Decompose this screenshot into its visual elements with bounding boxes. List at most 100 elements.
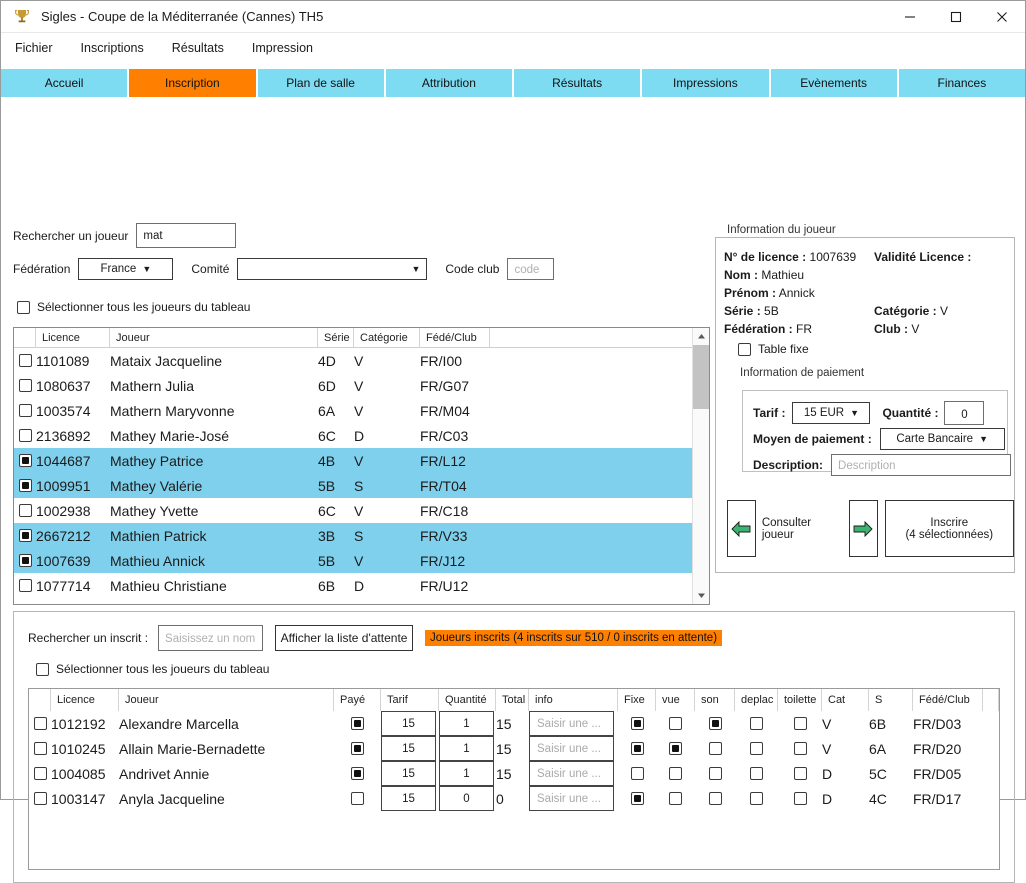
consulter-back-button[interactable] [727, 500, 756, 557]
menu-item-inscriptions[interactable]: Inscriptions [81, 37, 160, 59]
vue-checkbox[interactable] [669, 792, 682, 805]
row-select-checkbox[interactable] [33, 792, 47, 805]
scroll-up-icon[interactable] [693, 328, 709, 345]
tarif-field[interactable]: 15 [381, 736, 436, 761]
reg-col-son[interactable]: son [695, 689, 735, 711]
tarif-field[interactable]: 15 [381, 761, 436, 786]
moyen-select[interactable]: Carte Bancaire ▼ [879, 428, 1005, 450]
tarif-select[interactable]: 15 EUR ▼ [792, 402, 871, 424]
reg-col-cat[interactable]: Cat [822, 689, 869, 711]
row-checkbox-cell[interactable] [29, 742, 51, 755]
row-checkbox-cell[interactable] [14, 354, 36, 367]
row-checkbox-cell[interactable] [14, 479, 36, 492]
table-row[interactable]: 1004085 Andrivet Annie 15 1 15 Saisir une ...… [29, 761, 999, 786]
table-row[interactable]: 1003574 Mathern Maryvonne 6A V FR/M04 [14, 398, 709, 423]
reg-col-info[interactable]: info [529, 689, 618, 711]
cell-tarif[interactable]: 15 [381, 761, 439, 786]
row-checkbox-cell[interactable] [14, 579, 36, 592]
row-select-checkbox[interactable] [18, 529, 32, 542]
table-row[interactable]: 1101089 Mataix Jacqueline 4D V FR/I00 [14, 348, 709, 373]
row-select-checkbox[interactable] [18, 354, 32, 367]
reg-col-toilette[interactable]: toilette [778, 689, 822, 711]
vue-checkbox[interactable] [669, 742, 682, 755]
son-checkbox[interactable] [708, 717, 722, 730]
cell-toilette[interactable] [778, 767, 822, 780]
table-row[interactable]: 1010245 Allain Marie-Bernadette 15 1 15 Saisi… [29, 736, 999, 761]
tab-evenements[interactable]: Evènements [770, 69, 899, 97]
cell-tarif[interactable]: 15 [381, 736, 439, 761]
player-col-licence[interactable]: Licence [36, 328, 110, 347]
cell-deplac[interactable] [735, 792, 778, 805]
reg-col-paye[interactable]: Payé [334, 689, 381, 711]
row-select-checkbox[interactable] [33, 767, 47, 780]
info-field[interactable]: Saisir une ... [529, 761, 614, 786]
reg-col-deplac[interactable]: deplac [735, 689, 778, 711]
son-checkbox[interactable] [708, 742, 722, 755]
reg-col-s[interactable]: S [869, 689, 913, 711]
scrollbar-thumb[interactable] [693, 345, 709, 409]
row-checkbox-cell[interactable] [14, 404, 36, 417]
deplac-checkbox[interactable] [750, 767, 763, 780]
federation-select[interactable]: France ▼ [78, 258, 174, 280]
registered-search-input[interactable]: Saisissez un nom [158, 625, 264, 651]
select-all-players-row[interactable]: Sélectionner tous les joueurs du tableau [17, 300, 250, 314]
paye-checkbox[interactable] [351, 792, 364, 805]
row-select-checkbox[interactable] [33, 717, 47, 730]
paye-checkbox[interactable] [351, 742, 364, 755]
cell-info[interactable]: Saisir une ... [529, 786, 618, 811]
cell-toilette[interactable] [778, 717, 822, 730]
quantite-field[interactable]: 1 [439, 711, 494, 736]
cell-son[interactable] [695, 767, 735, 780]
deplac-checkbox[interactable] [750, 717, 763, 730]
cell-fixe[interactable] [618, 767, 656, 780]
reg-col-fixe[interactable]: Fixe [618, 689, 656, 711]
row-checkbox-cell[interactable] [29, 792, 51, 805]
reg-col-tarif[interactable]: Tarif [381, 689, 439, 711]
info-field[interactable]: Saisir une ... [529, 736, 614, 761]
menu-item-fichier[interactable]: Fichier [15, 37, 69, 59]
cell-quantite[interactable]: 0 [439, 786, 496, 811]
table-row[interactable]: 2136892 Mathey Marie-José 6C D FR/C03 [14, 423, 709, 448]
cell-paye[interactable] [334, 717, 381, 730]
cell-deplac[interactable] [735, 742, 778, 755]
fixe-checkbox[interactable] [630, 742, 644, 755]
cell-vue[interactable] [656, 717, 695, 730]
cell-info[interactable]: Saisir une ... [529, 711, 618, 736]
tab-impressions[interactable]: Impressions [642, 69, 771, 97]
cell-deplac[interactable] [735, 717, 778, 730]
deplac-checkbox[interactable] [750, 792, 763, 805]
info-field[interactable]: Saisir une ... [529, 711, 614, 736]
paye-checkbox[interactable] [351, 767, 364, 780]
cell-fixe[interactable] [618, 717, 656, 730]
reg-col-quantite[interactable]: Quantité [439, 689, 496, 711]
row-select-checkbox[interactable] [18, 404, 32, 417]
minimize-button[interactable] [887, 1, 933, 33]
scroll-down-icon[interactable] [693, 587, 709, 604]
select-all-registered-checkbox[interactable] [36, 662, 49, 676]
row-checkbox-cell[interactable] [14, 429, 36, 442]
vue-checkbox[interactable] [669, 767, 682, 780]
row-select-checkbox[interactable] [33, 742, 47, 755]
row-checkbox-cell[interactable] [14, 379, 36, 392]
row-checkbox-cell[interactable] [29, 717, 51, 730]
table-row[interactable]: 1002938 Mathey Yvette 6C V FR/C18 [14, 498, 709, 523]
tab-plan-de-salle[interactable]: Plan de salle [257, 69, 386, 97]
player-table-scrollbar[interactable] [692, 328, 709, 604]
cell-fixe[interactable] [618, 742, 656, 755]
code-club-input[interactable]: code [507, 258, 555, 280]
info-field[interactable]: Saisir une ... [529, 786, 614, 811]
cell-son[interactable] [695, 717, 735, 730]
cell-son[interactable] [695, 742, 735, 755]
toilette-checkbox[interactable] [793, 792, 807, 805]
close-button[interactable] [979, 1, 1025, 33]
maximize-button[interactable] [933, 1, 979, 33]
row-select-checkbox[interactable] [18, 579, 32, 592]
cell-paye[interactable] [334, 767, 381, 780]
row-checkbox-cell[interactable] [14, 504, 36, 517]
paye-checkbox[interactable] [351, 717, 364, 730]
show-waitlist-button[interactable]: Afficher la liste d'attente [275, 625, 414, 651]
cell-toilette[interactable] [778, 742, 822, 755]
reg-col-fede-club[interactable]: Fédé/Club [913, 689, 983, 711]
son-checkbox[interactable] [708, 792, 722, 805]
cell-deplac[interactable] [735, 767, 778, 780]
